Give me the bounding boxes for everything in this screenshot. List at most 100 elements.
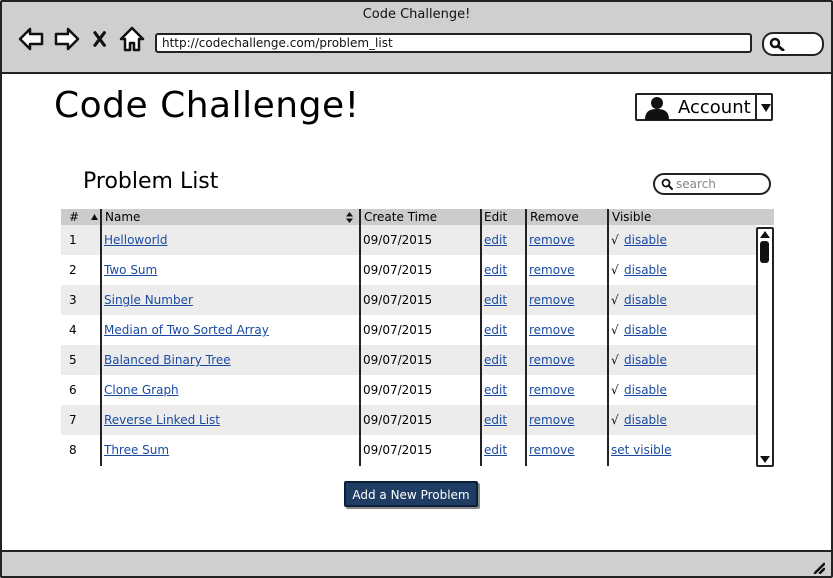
remove-link[interactable]: remove <box>529 345 575 375</box>
problem-name-link[interactable]: Helloworld <box>104 225 167 255</box>
edit-link[interactable]: edit <box>484 405 507 435</box>
resize-grip-icon[interactable] <box>811 560 825 574</box>
edit-link[interactable]: edit <box>484 315 507 345</box>
status-bar <box>2 550 831 576</box>
create-time: 09/07/2015 <box>363 323 433 337</box>
scroll-down-icon[interactable] <box>760 456 770 463</box>
problem-name-link[interactable]: Three Sum <box>104 435 169 465</box>
sort-both-icon[interactable] <box>346 212 353 223</box>
edit-link[interactable]: edit <box>484 285 507 315</box>
create-time: 09/07/2015 <box>363 263 433 277</box>
visible-check: √ <box>611 353 619 367</box>
remove-link[interactable]: remove <box>529 375 575 405</box>
app-title: Code Challenge! <box>54 85 360 126</box>
scrollbar-thumb[interactable] <box>760 241 769 263</box>
sort-up-icon[interactable] <box>91 214 98 220</box>
home-button[interactable] <box>118 25 146 53</box>
visibility-link[interactable]: disable <box>624 405 667 435</box>
remove-link[interactable]: remove <box>529 435 575 465</box>
add-problem-button[interactable]: Add a New Problem <box>344 481 478 507</box>
row-num: 6 <box>69 383 77 397</box>
table-scrollbar[interactable] <box>756 227 774 467</box>
visibility-link[interactable]: disable <box>624 225 667 255</box>
remove-link[interactable]: remove <box>529 225 575 255</box>
create-time: 09/07/2015 <box>363 293 433 307</box>
visible-check: √ <box>611 293 619 307</box>
column-divider <box>607 209 609 466</box>
account-label: Account <box>678 97 751 118</box>
caret-down-icon <box>761 104 771 112</box>
problem-table: # Name Create Time Edit Remove Visible 1… <box>61 209 774 466</box>
search-icon <box>661 178 673 190</box>
table-row: 5 Balanced Binary Tree 09/07/2015 edit r… <box>61 345 756 375</box>
account-divider <box>755 95 757 119</box>
visible-check: √ <box>611 413 619 427</box>
create-time: 09/07/2015 <box>363 383 433 397</box>
row-num: 2 <box>69 263 77 277</box>
back-button[interactable] <box>17 25 45 53</box>
column-divider <box>100 209 102 466</box>
account-menu-button[interactable]: Account <box>635 93 773 121</box>
visibility-link[interactable]: set visible <box>611 435 672 465</box>
column-divider <box>359 209 361 466</box>
header-num[interactable]: # <box>66 209 79 225</box>
row-num: 3 <box>69 293 77 307</box>
browser-window: Code Challenge! http://codechallenge.com… <box>0 0 833 578</box>
table-row: 1 Helloworld 09/07/2015 edit remove √ di… <box>61 225 756 255</box>
create-time: 09/07/2015 <box>363 443 433 457</box>
visibility-link[interactable]: disable <box>624 375 667 405</box>
browser-search-box[interactable] <box>762 32 824 56</box>
visible-check: √ <box>611 263 619 277</box>
create-time: 09/07/2015 <box>363 233 433 247</box>
scroll-up-icon[interactable] <box>760 231 770 238</box>
stop-button[interactable] <box>91 25 113 53</box>
visible-check: √ <box>611 233 619 247</box>
header-visible[interactable]: Visible <box>609 209 651 225</box>
problem-name-link[interactable]: Two Sum <box>104 255 157 285</box>
column-divider <box>525 209 527 466</box>
table-row: 4 Median of Two Sorted Array 09/07/2015 … <box>61 315 756 345</box>
search-icon <box>769 37 785 51</box>
arrow-right-icon <box>54 27 80 51</box>
problem-name-link[interactable]: Balanced Binary Tree <box>104 345 231 375</box>
url-bar[interactable]: http://codechallenge.com/problem_list <box>155 33 752 53</box>
edit-link[interactable]: edit <box>484 255 507 285</box>
header-remove[interactable]: Remove <box>527 209 579 225</box>
table-row: 3 Single Number 09/07/2015 edit remove √… <box>61 285 756 315</box>
table-header: # Name Create Time Edit Remove Visible <box>61 209 774 225</box>
close-icon <box>93 31 106 47</box>
problem-name-link[interactable]: Median of Two Sorted Array <box>104 315 269 345</box>
problem-name-link[interactable]: Reverse Linked List <box>104 405 220 435</box>
visibility-link[interactable]: disable <box>624 285 667 315</box>
visible-check: √ <box>611 323 619 337</box>
home-icon <box>119 26 145 52</box>
header-name[interactable]: Name <box>102 209 140 225</box>
visibility-link[interactable]: disable <box>624 315 667 345</box>
arrow-left-icon <box>18 27 44 51</box>
header-create-time[interactable]: Create Time <box>361 209 437 225</box>
browser-toolbar: Code Challenge! http://codechallenge.com… <box>2 2 831 74</box>
remove-link[interactable]: remove <box>529 315 575 345</box>
table-search-box[interactable] <box>653 173 771 195</box>
edit-link[interactable]: edit <box>484 375 507 405</box>
remove-link[interactable]: remove <box>529 285 575 315</box>
window-title: Code Challenge! <box>362 7 471 22</box>
problem-name-link[interactable]: Single Number <box>104 285 193 315</box>
forward-button[interactable] <box>53 25 81 53</box>
row-num: 7 <box>69 413 77 427</box>
edit-link[interactable]: edit <box>484 225 507 255</box>
row-num: 1 <box>69 233 77 247</box>
edit-link[interactable]: edit <box>484 345 507 375</box>
header-edit[interactable]: Edit <box>481 209 507 225</box>
section-title: Problem List <box>83 169 219 194</box>
visibility-link[interactable]: disable <box>624 345 667 375</box>
table-search-input[interactable] <box>673 177 762 191</box>
create-time: 09/07/2015 <box>363 353 433 367</box>
edit-link[interactable]: edit <box>484 435 507 465</box>
remove-link[interactable]: remove <box>529 405 575 435</box>
visible-check: √ <box>611 383 619 397</box>
table-row: 2 Two Sum 09/07/2015 edit remove √ disab… <box>61 255 756 285</box>
problem-name-link[interactable]: Clone Graph <box>104 375 179 405</box>
visibility-link[interactable]: disable <box>624 255 667 285</box>
remove-link[interactable]: remove <box>529 255 575 285</box>
